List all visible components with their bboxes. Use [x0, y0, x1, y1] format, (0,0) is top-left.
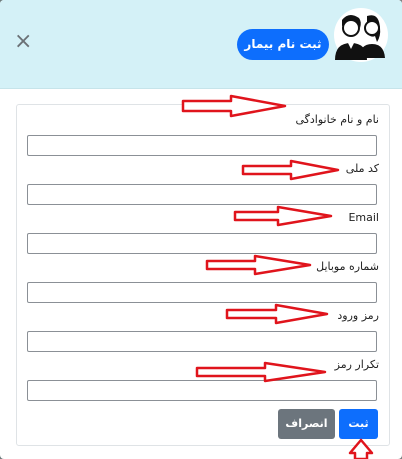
red-arrow-icon: [225, 303, 329, 325]
red-arrow-icon: [181, 94, 287, 118]
red-arrow-icon: [348, 438, 374, 459]
red-arrow-icon: [233, 205, 333, 227]
red-arrow-icon: [205, 254, 312, 276]
red-arrow-icon: [241, 159, 340, 181]
annotation-layer: [181, 94, 374, 459]
red-arrow-icon: [195, 361, 327, 383]
